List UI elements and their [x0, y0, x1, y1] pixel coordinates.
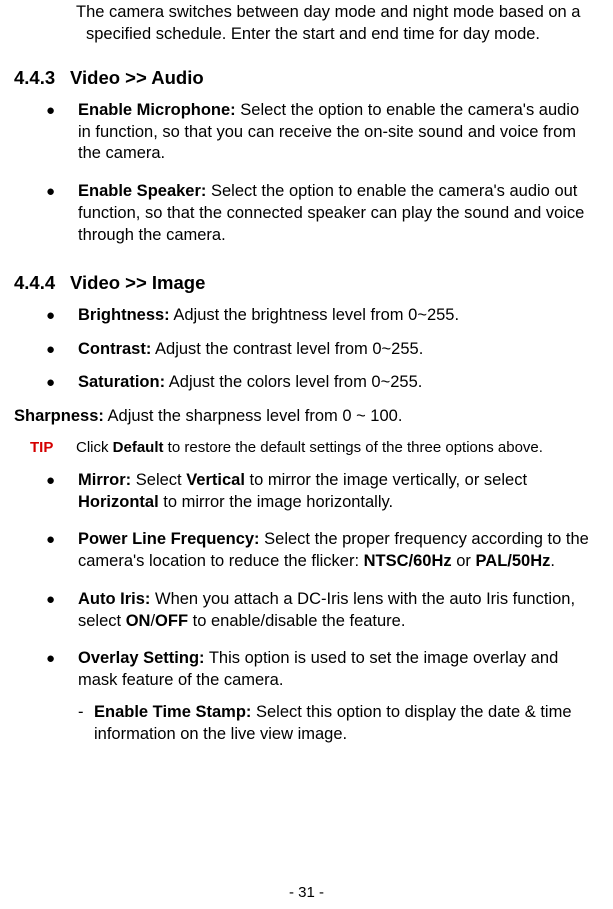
- item-label: Overlay Setting:: [78, 649, 205, 667]
- item-body: Adjust the contrast level from 0~255.: [151, 340, 423, 358]
- list-item: Saturation: Adjust the colors level from…: [46, 372, 593, 394]
- sharpness-line: Sharpness: Adjust the sharpness level fr…: [14, 406, 601, 428]
- item-label: Enable Microphone:: [78, 101, 236, 119]
- tip-row: TIP Click Default to restore the default…: [30, 438, 593, 458]
- list-item: Mirror: Select Vertical to mirror the im…: [46, 470, 593, 514]
- tip-post: to restore the default settings of the t…: [164, 439, 543, 456]
- list-item: Overlay Setting: This option is used to …: [46, 648, 593, 692]
- t: Select: [131, 471, 186, 489]
- list-item: Contrast: Adjust the contrast level from…: [46, 339, 593, 361]
- audio-list: Enable Microphone: Select the option to …: [46, 100, 593, 247]
- bold: ON: [126, 612, 151, 630]
- t: to mirror the image horizontally.: [159, 493, 393, 511]
- t: to enable/disable the feature.: [188, 612, 405, 630]
- list-item: Enable Microphone: Select the option to …: [46, 100, 593, 165]
- item-label: Saturation:: [78, 373, 165, 391]
- item-label: Enable Time Stamp:: [94, 703, 251, 721]
- tip-body: Click Default to restore the default set…: [76, 438, 593, 458]
- intro-paragraph: The camera switches between day mode and…: [76, 2, 595, 46]
- item-label: Power Line Frequency:: [78, 530, 260, 548]
- list-item: Auto Iris: When you attach a DC-Iris len…: [46, 589, 593, 633]
- bold: OFF: [155, 612, 188, 630]
- sub-item-timestamp: Enable Time Stamp: Select this option to…: [78, 702, 597, 746]
- tip-label: TIP: [30, 438, 76, 458]
- item-label: Contrast:: [78, 340, 151, 358]
- item-body: Adjust the colors level from 0~255.: [165, 373, 422, 391]
- heading-title: Video >> Audio: [70, 67, 204, 88]
- tip-pre: Click: [76, 439, 113, 456]
- item-body: Adjust the sharpness level from 0 ~ 100.: [104, 407, 403, 425]
- list-item: Power Line Frequency: Select the proper …: [46, 529, 593, 573]
- list-item: Enable Speaker: Select the option to ena…: [46, 181, 593, 246]
- heading-title: Video >> Image: [70, 272, 205, 293]
- bold: Vertical: [186, 471, 245, 489]
- tip-bold: Default: [113, 439, 164, 456]
- item-body: Adjust the brightness level from 0~255.: [170, 306, 459, 324]
- heading-image: 4.4.4Video >> Image: [14, 271, 601, 295]
- page-number: - 31 -: [0, 883, 613, 903]
- heading-number: 4.4.4: [14, 271, 70, 295]
- heading-audio: 4.4.3Video >> Audio: [14, 66, 601, 90]
- bold: NTSC/60Hz: [364, 552, 452, 570]
- t: or: [452, 552, 476, 570]
- item-label: Mirror:: [78, 471, 131, 489]
- item-label: Enable Speaker:: [78, 182, 206, 200]
- image-list-top: Brightness: Adjust the brightness level …: [46, 305, 593, 394]
- item-label: Auto Iris:: [78, 590, 150, 608]
- item-label: Brightness:: [78, 306, 170, 324]
- heading-number: 4.4.3: [14, 66, 70, 90]
- image-list-bottom: Mirror: Select Vertical to mirror the im…: [46, 470, 593, 692]
- t: to mirror the image vertically, or selec…: [245, 471, 527, 489]
- bold: PAL/50Hz: [476, 552, 551, 570]
- item-label: Sharpness:: [14, 407, 104, 425]
- list-item: Brightness: Adjust the brightness level …: [46, 305, 593, 327]
- bold: Horizontal: [78, 493, 159, 511]
- t: .: [550, 552, 555, 570]
